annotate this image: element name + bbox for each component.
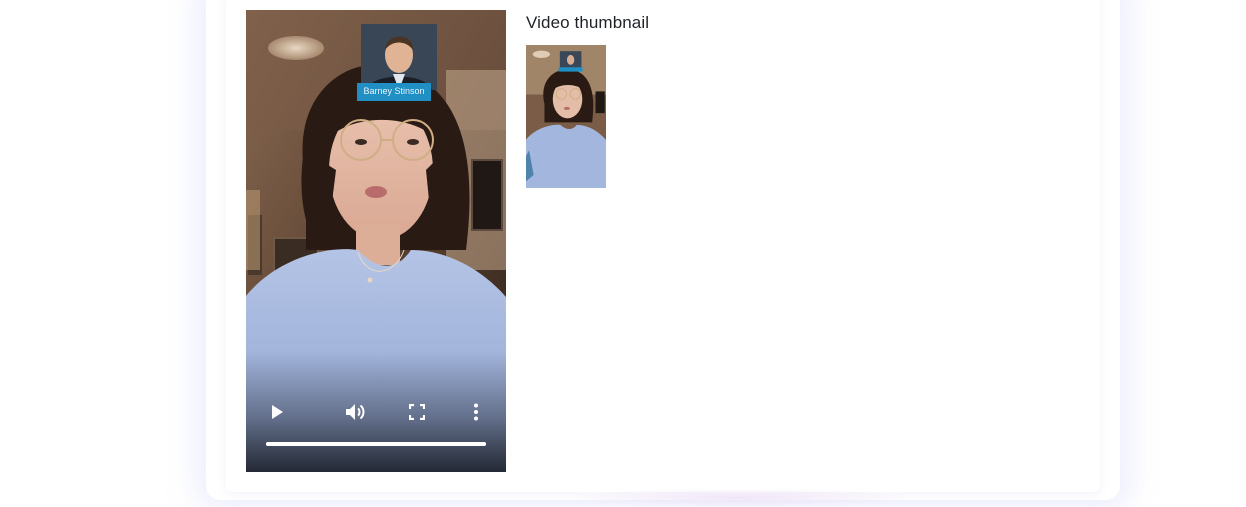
- more-vertical-icon: [474, 403, 478, 421]
- progress-bar[interactable]: [266, 442, 486, 446]
- thumbnail-picture: [526, 45, 606, 188]
- volume-icon: [346, 404, 365, 420]
- progress-fill: [266, 442, 486, 446]
- fullscreen-button[interactable]: [405, 400, 429, 424]
- play-icon: [272, 405, 283, 419]
- more-options-button[interactable]: [464, 400, 488, 424]
- play-button[interactable]: [265, 400, 289, 424]
- fullscreen-icon: [409, 404, 425, 420]
- face-tag-label: Barney Stinson: [363, 86, 425, 96]
- thumbnail-heading: Video thumbnail: [526, 13, 650, 32]
- volume-button[interactable]: [344, 400, 368, 424]
- page: Barney Stinson Video thumbnail: [0, 0, 1246, 507]
- video-thumbnail-image[interactable]: [526, 45, 606, 188]
